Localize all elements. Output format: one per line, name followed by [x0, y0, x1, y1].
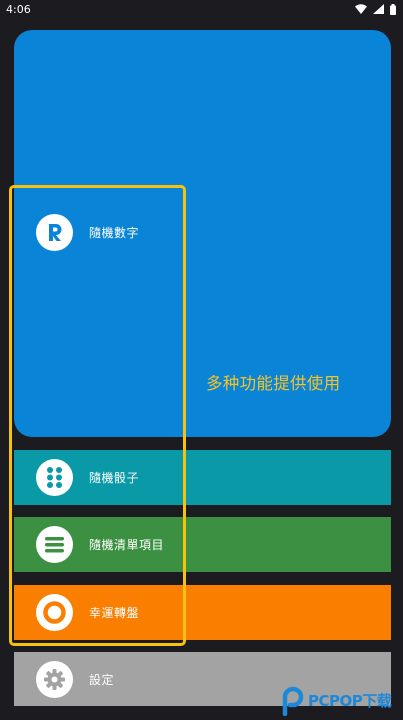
pcpop-logo-icon — [282, 686, 304, 716]
menu-item-random-list[interactable]: 隨機清單項目 — [14, 517, 391, 572]
watermark-text: PCPOP下载 — [308, 691, 392, 710]
signal-icon — [373, 4, 384, 14]
menu-item-label: 隨機清單項目 — [89, 538, 165, 552]
gear-icon — [44, 668, 65, 690]
menu-item-label: 設定 — [89, 672, 115, 687]
status-icons — [355, 3, 396, 15]
list-lines-icon — [45, 537, 64, 553]
menu-item-label: 幸運轉盤 — [89, 606, 140, 620]
wifi-icon — [355, 4, 367, 14]
icon-circle — [36, 459, 73, 496]
status-bar: 4:06 — [0, 0, 403, 18]
battery-icon — [390, 3, 396, 15]
menu-item-lucky-wheel[interactable]: 幸運轉盤 — [14, 585, 391, 640]
icon-circle — [36, 214, 73, 251]
ring-icon — [43, 601, 66, 624]
icon-circle — [36, 526, 73, 563]
menu-item-label: 隨機骰子 — [89, 471, 140, 485]
r-letter-icon — [49, 224, 62, 241]
menu-item-random-number[interactable]: 隨機數字 — [14, 205, 391, 260]
menu-item-label: 隨機數字 — [89, 226, 140, 240]
dice-six-dots-icon — [47, 467, 62, 488]
icon-circle — [36, 594, 73, 631]
status-time: 4:06 — [6, 2, 31, 16]
watermark: PCPOP下载 — [280, 683, 402, 717]
menu-item-random-dice[interactable]: 隨機骰子 — [14, 450, 391, 505]
icon-circle — [36, 660, 73, 698]
promo-text: 多种功能提供使用 — [206, 374, 341, 393]
